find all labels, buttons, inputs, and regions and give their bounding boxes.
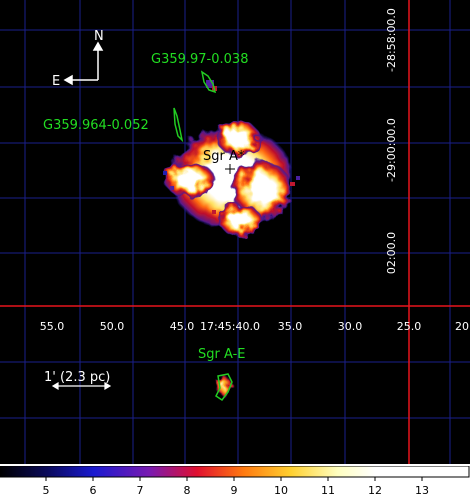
- g359964-contour: [173, 107, 184, 143]
- dec-tick: 02:00.0: [385, 232, 398, 274]
- dec-ticks: -28:58:00.0 -29:00:00.0 02:00.0: [385, 8, 398, 274]
- compass-east-label: E: [52, 74, 60, 89]
- sky-image: N E G359.97-0.038 G359.964-0.052 Sgr A* …: [0, 0, 470, 464]
- label-g359964: G359.964-0.052: [43, 118, 149, 133]
- colorbar-tick: 8: [184, 484, 191, 497]
- ra-tick: 55.0: [40, 320, 65, 333]
- colorbar-ticks: 5 6 7 8 9 10 11 12 13: [43, 484, 430, 497]
- ra-tick: 25.0: [397, 320, 422, 333]
- colorbar-tick: 12: [368, 484, 382, 497]
- colorbar-tick: 5: [43, 484, 50, 497]
- colorbar-tick: 6: [90, 484, 97, 497]
- label-g35997: G359.97-0.038: [151, 52, 248, 67]
- ra-tick: 30.0: [338, 320, 363, 333]
- ra-tick: 20: [455, 320, 469, 333]
- colorbar-tick: 7: [137, 484, 144, 497]
- scale-bar-label: 1' (2.3 pc): [44, 370, 110, 385]
- label-sgr-a-star: Sgr A*: [203, 149, 245, 164]
- colorbar-tick: 11: [321, 484, 335, 497]
- colorbar-tick: 13: [415, 484, 429, 497]
- ra-tick: 35.0: [278, 320, 303, 333]
- ra-tick: 45.0: [170, 320, 195, 333]
- dec-tick: -29:00:00.0: [385, 118, 398, 182]
- compass: [63, 41, 104, 86]
- figure: N E G359.97-0.038 G359.964-0.052 Sgr A* …: [0, 0, 470, 498]
- label-sgr-a-e: Sgr A-E: [198, 347, 246, 362]
- colorbar-tick: 9: [231, 484, 238, 497]
- ra-tick: 17:45:40.0: [200, 320, 260, 333]
- ra-ticks: 55.0 50.0 45.0 17:45:40.0 35.0 30.0 25.0…: [40, 320, 469, 333]
- sgr-a-emission: [164, 120, 294, 236]
- colorbar-tick: 10: [274, 484, 288, 497]
- compass-north-label: N: [94, 29, 104, 44]
- ra-tick: 50.0: [100, 320, 125, 333]
- colorbar-gradient: [0, 465, 470, 478]
- colorbar-tick-marks: [45, 477, 423, 481]
- colorbar: 5 6 7 8 9 10 11 12 13: [0, 465, 470, 498]
- dec-tick: -28:58:00.0: [385, 8, 398, 72]
